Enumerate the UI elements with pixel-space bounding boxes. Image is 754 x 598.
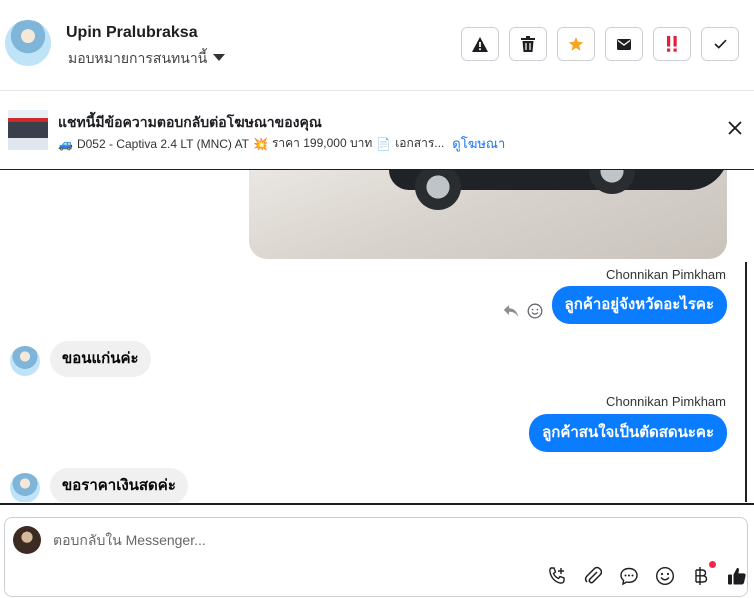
emoji-button[interactable] xyxy=(654,565,676,587)
like-button[interactable] xyxy=(726,565,748,587)
caret-down-icon xyxy=(213,53,226,61)
react-emoji-icon[interactable] xyxy=(527,303,543,319)
composer-toolbar xyxy=(546,561,748,587)
reply-icon[interactable] xyxy=(503,304,519,318)
contact-avatar-small[interactable] xyxy=(10,473,40,502)
ad-banner-title: แชทนี้มีข้อความตอบกลับต่อโฆษณาของคุณ xyxy=(58,114,322,130)
attach-button[interactable] xyxy=(582,565,604,587)
contact-avatar[interactable] xyxy=(5,20,51,66)
assign-conversation-dropdown[interactable]: มอบหมายการสนทนานี้ xyxy=(68,48,226,70)
payment-button[interactable] xyxy=(690,561,716,587)
warning-icon xyxy=(472,36,488,52)
mark-done-button[interactable] xyxy=(701,27,739,61)
ad-text: D052 - Captiva 2.4 LT (MNC) AT xyxy=(76,136,250,151)
trash-icon xyxy=(521,36,535,52)
notification-dot xyxy=(709,561,716,568)
conversation-header: Upin Pralubraksa มอบหมายการสนทนานี้ xyxy=(0,0,754,91)
contact-name[interactable]: Upin Pralubraksa xyxy=(66,24,198,42)
sender-name: Chonnikan Pimkham xyxy=(606,394,726,409)
report-spam-button[interactable] xyxy=(461,27,499,61)
emoji-icon xyxy=(655,566,675,586)
delete-button[interactable] xyxy=(509,27,547,61)
star-icon xyxy=(568,37,584,51)
message-input[interactable] xyxy=(53,532,653,548)
document-emoji: 📄 xyxy=(376,136,392,151)
paperclip-icon xyxy=(584,566,602,584)
assign-label: มอบหมายการสนทนานี้ xyxy=(68,50,208,66)
call-button[interactable] xyxy=(546,565,568,587)
envelope-icon xyxy=(617,38,631,50)
close-banner-button[interactable] xyxy=(728,121,744,137)
burst-emoji: 💥 xyxy=(253,136,268,151)
ad-thumbnail[interactable] xyxy=(8,110,48,150)
side-panel-edge xyxy=(745,262,754,502)
message-actions xyxy=(503,303,543,319)
checkmark-icon xyxy=(713,39,727,49)
reply-composer xyxy=(0,503,754,598)
ad-doc-text: เอกสาร... xyxy=(395,136,445,150)
mark-unread-button[interactable] xyxy=(605,27,643,61)
close-icon xyxy=(728,121,742,135)
outgoing-message[interactable]: ลูกค้าอยู่จังหวัดอะไรคะ xyxy=(551,286,727,324)
ad-price: ราคา 199,000 บาท xyxy=(271,136,373,150)
baht-payment-icon xyxy=(695,567,708,585)
sender-name: Chonnikan Pimkham xyxy=(606,267,726,282)
ad-details: 🚙 D052 - Captiva 2.4 LT (MNC) AT 💥 ราคา … xyxy=(58,133,505,154)
contact-avatar-small[interactable] xyxy=(10,346,40,376)
message-thread[interactable]: Chonnikan Pimkham ลูกค้าอยู่จังหวัดอะไรค… xyxy=(0,170,754,502)
follow-up-button[interactable] xyxy=(653,27,691,61)
car-emoji: 🚙 xyxy=(58,136,73,151)
image-attachment[interactable] xyxy=(249,170,727,259)
view-ad-link[interactable]: ดูโฆษณา xyxy=(452,133,505,154)
star-button[interactable] xyxy=(557,27,595,61)
phone-add-icon xyxy=(549,567,565,584)
outgoing-message[interactable]: ลูกค้าสนใจเป็นตัดสดนะคะ xyxy=(529,414,727,452)
incoming-message[interactable]: ขอราคาเงินสดค่ะ xyxy=(50,468,188,502)
thumbs-up-icon xyxy=(728,567,746,585)
exclamation-icon xyxy=(667,36,677,52)
saved-replies-icon xyxy=(620,567,638,586)
incoming-message[interactable]: ขอนแก่นค่ะ xyxy=(50,341,151,377)
ad-reply-banner: แชทนี้มีข้อความตอบกลับต่อโฆษณาของคุณ 🚙 D… xyxy=(0,91,754,171)
saved-replies-button[interactable] xyxy=(618,565,640,587)
agent-avatar xyxy=(13,526,41,554)
